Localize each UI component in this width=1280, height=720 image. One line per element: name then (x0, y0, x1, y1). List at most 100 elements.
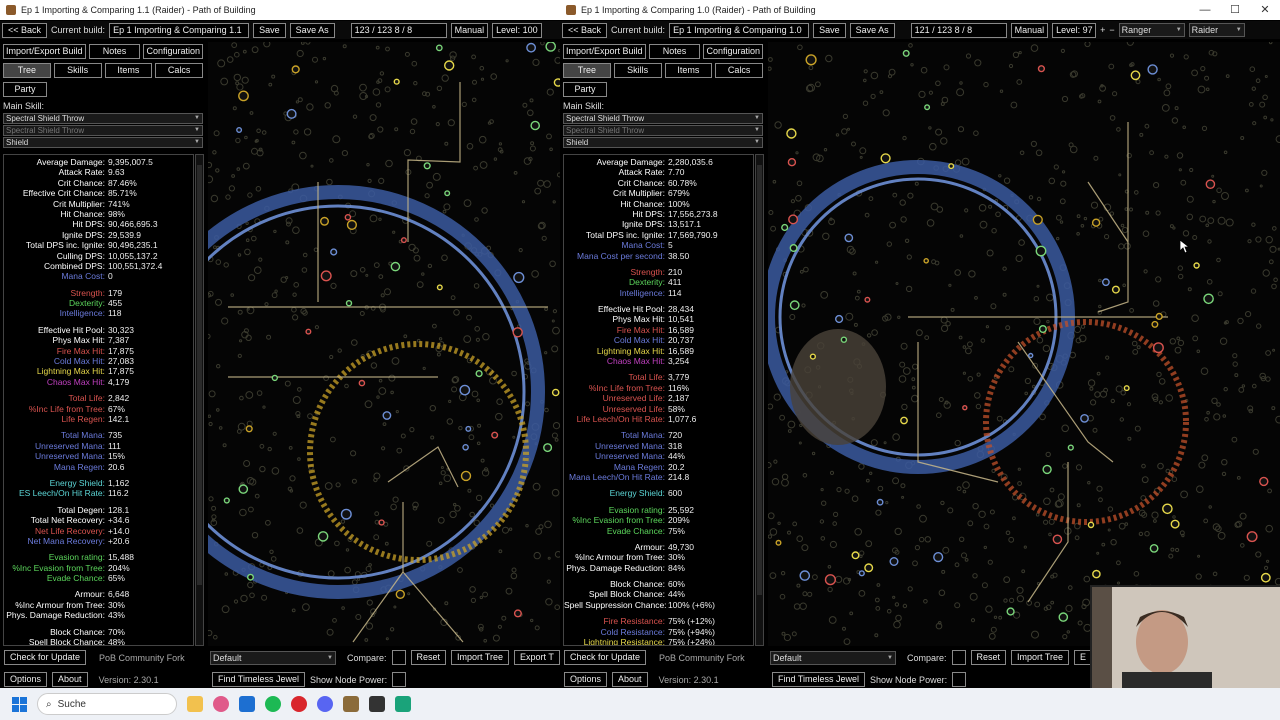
tree-node[interactable] (329, 158, 334, 163)
tree-node[interactable] (990, 303, 997, 310)
tree-node[interactable] (1241, 384, 1246, 388)
tree-node[interactable] (801, 544, 809, 552)
tree-node[interactable] (1012, 51, 1020, 59)
tree-node[interactable] (1169, 338, 1176, 345)
tree-node[interactable] (768, 66, 772, 71)
left-tab-notes[interactable]: Notes (88, 44, 141, 59)
tree-node[interactable] (482, 333, 490, 341)
tree-node[interactable] (972, 573, 978, 579)
tree-node[interactable] (962, 345, 967, 349)
tree-node[interactable] (1126, 42, 1134, 46)
tree-node[interactable] (1213, 413, 1221, 421)
tree-node[interactable] (964, 558, 969, 562)
tree-node[interactable] (233, 73, 241, 82)
tree-node[interactable] (376, 395, 380, 399)
tree-node[interactable] (248, 274, 256, 282)
right-class-select[interactable]: Ranger (1118, 23, 1185, 37)
tree-node[interactable] (467, 488, 472, 493)
tree-node[interactable] (1211, 174, 1215, 178)
tree-node[interactable] (935, 80, 941, 87)
tree-node[interactable] (409, 427, 415, 433)
tree-node[interactable] (1200, 66, 1206, 72)
tree-node[interactable] (441, 74, 449, 82)
tree-node[interactable] (231, 42, 238, 48)
tree-node[interactable] (779, 414, 786, 421)
allocated-node[interactable] (786, 128, 797, 139)
tree-node[interactable] (1035, 149, 1043, 157)
tree-node[interactable] (313, 247, 319, 253)
tree-node[interactable] (296, 49, 304, 58)
tree-node[interactable] (1008, 63, 1014, 69)
tree-node[interactable] (489, 503, 495, 508)
tree-node[interactable] (208, 333, 211, 339)
tree-node[interactable] (256, 128, 261, 134)
tree-node[interactable] (1110, 398, 1115, 404)
tree-node[interactable] (1003, 598, 1008, 603)
tree-node[interactable] (466, 314, 472, 321)
tree-node[interactable] (1008, 366, 1015, 373)
left-compare-checkbox[interactable] (391, 650, 406, 665)
tree-node[interactable] (463, 199, 472, 208)
tree-node[interactable] (1024, 377, 1031, 385)
tree-node[interactable] (912, 363, 919, 370)
tree-node[interactable] (1118, 243, 1125, 250)
tree-node[interactable] (1197, 85, 1206, 94)
tree-node[interactable] (359, 267, 366, 273)
left-import-tree-button[interactable]: Import Tree (451, 650, 510, 665)
tree-node[interactable] (266, 334, 272, 340)
tree-node[interactable] (1232, 361, 1238, 367)
tree-node[interactable] (954, 269, 961, 276)
tree-node[interactable] (408, 243, 416, 252)
tree-node[interactable] (1275, 415, 1280, 424)
tree-node[interactable] (292, 226, 300, 234)
tree-node[interactable] (907, 192, 914, 199)
tree-node[interactable] (330, 436, 336, 443)
tree-node[interactable] (400, 433, 406, 439)
tree-node[interactable] (259, 443, 265, 449)
tree-node[interactable] (777, 521, 781, 525)
tree-node[interactable] (972, 503, 979, 510)
tree-node[interactable] (211, 514, 217, 520)
tree-node[interactable] (962, 489, 967, 494)
tree-node[interactable] (384, 288, 391, 296)
tree-node[interactable] (1043, 497, 1051, 506)
tree-node[interactable] (1124, 207, 1129, 211)
tree-node[interactable] (296, 414, 301, 419)
tree-node[interactable] (497, 624, 502, 629)
tree-node[interactable] (1119, 417, 1124, 422)
tree-node[interactable] (948, 283, 952, 287)
tree-node[interactable] (256, 390, 263, 396)
tree-node[interactable] (1155, 210, 1161, 216)
tree-node[interactable] (440, 466, 444, 469)
tree-node[interactable] (254, 493, 260, 499)
tree-node[interactable] (421, 272, 425, 276)
tree-node[interactable] (1109, 211, 1115, 216)
tree-node[interactable] (911, 377, 916, 382)
tree-node[interactable] (322, 56, 327, 61)
tree-node[interactable] (815, 81, 821, 88)
tree-node[interactable] (1050, 574, 1055, 579)
tree-node[interactable] (544, 307, 549, 312)
allocated-node[interactable] (1155, 312, 1163, 321)
tree-node[interactable] (529, 145, 536, 152)
allocated-node[interactable] (1032, 214, 1043, 225)
tree-node[interactable] (823, 148, 828, 152)
allocated-node[interactable] (400, 237, 407, 244)
tree-node[interactable] (1131, 340, 1138, 347)
tree-node[interactable] (355, 614, 362, 620)
tree-node[interactable] (1264, 565, 1269, 571)
left-current-build-field[interactable]: Ep 1 Importing & Comparing 1.1 (109, 22, 250, 38)
tree-node[interactable] (849, 248, 856, 255)
tree-node[interactable] (1121, 226, 1129, 234)
tree-node[interactable] (1032, 384, 1036, 389)
right-tab-party[interactable]: Party (563, 82, 607, 97)
tree-node[interactable] (437, 516, 445, 524)
tree-node[interactable] (225, 194, 231, 200)
tree-node[interactable] (235, 137, 241, 144)
tree-node[interactable] (866, 333, 872, 338)
tree-node[interactable] (1135, 79, 1141, 85)
allocated-node[interactable] (317, 531, 329, 542)
tree-node[interactable] (1003, 576, 1011, 584)
tree-node[interactable] (454, 505, 461, 512)
tree-node[interactable] (522, 102, 528, 108)
